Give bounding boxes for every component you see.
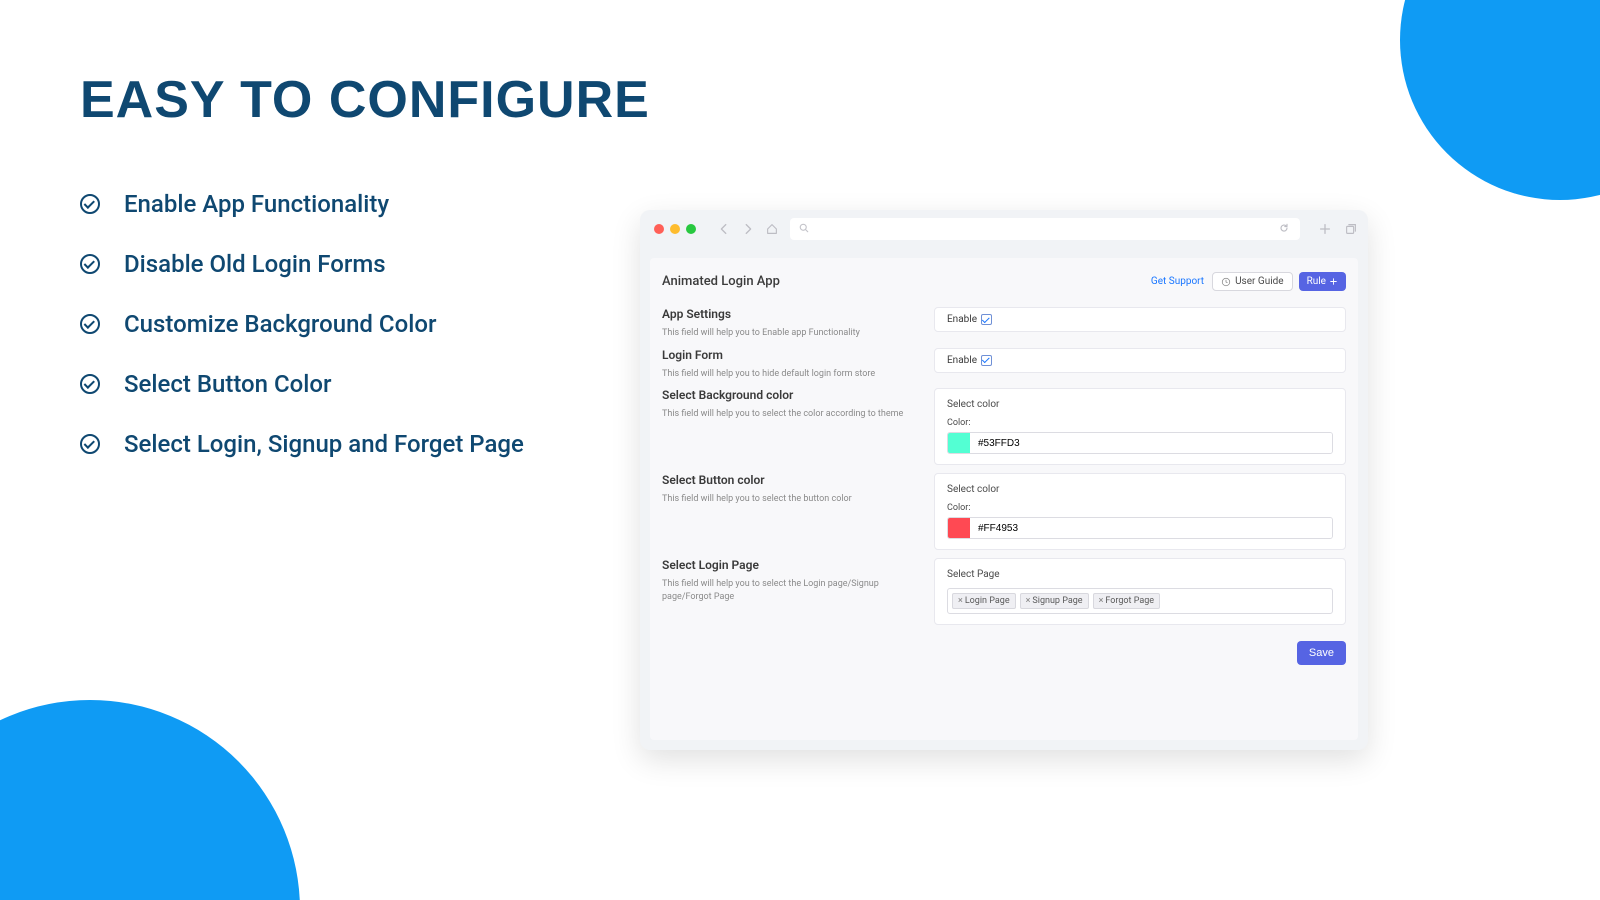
feature-item: Disable Old Login Forms xyxy=(80,250,524,278)
section-app-settings: App Settings This field will help you to… xyxy=(650,305,1358,348)
browser-window: Animated Login App Get Support User Guid… xyxy=(640,210,1368,750)
field-label: Color: xyxy=(947,418,1333,428)
feature-text: Select Login, Signup and Forget Page xyxy=(124,430,524,458)
tag-label: Login Page xyxy=(965,596,1010,606)
remove-tag-icon[interactable]: × xyxy=(1026,596,1031,606)
tabs-icon[interactable] xyxy=(1344,222,1358,236)
enable-label: Enable xyxy=(947,355,977,366)
card-heading: Select Page xyxy=(947,569,1333,580)
section-button-color: Select Button color This field will help… xyxy=(650,473,1358,558)
maximize-icon[interactable] xyxy=(686,224,696,234)
new-tab-icon[interactable] xyxy=(1318,222,1332,236)
app-footer: Save xyxy=(650,633,1358,673)
section-desc: This field will help you to select the c… xyxy=(662,408,922,421)
feature-item: Select Button Color xyxy=(80,370,524,398)
rule-label: Rule xyxy=(1307,276,1326,287)
app-title: Animated Login App xyxy=(662,274,780,289)
reload-icon[interactable] xyxy=(1278,222,1292,236)
section-heading: Select Background color xyxy=(662,388,922,402)
home-icon[interactable] xyxy=(764,221,780,237)
feature-text: Enable App Functionality xyxy=(124,190,389,218)
color-swatch[interactable] xyxy=(948,518,970,538)
color-input[interactable] xyxy=(970,433,1332,453)
feature-list: Enable App Functionality Disable Old Log… xyxy=(80,190,524,490)
app-panel: Animated Login App Get Support User Guid… xyxy=(650,258,1358,740)
card-heading: Select color xyxy=(947,399,1333,410)
feature-item: Enable App Functionality xyxy=(80,190,524,218)
address-bar[interactable] xyxy=(790,218,1300,240)
check-icon xyxy=(80,434,100,454)
forward-icon[interactable] xyxy=(740,221,756,237)
feature-text: Select Button Color xyxy=(124,370,332,398)
feature-text: Customize Background Color xyxy=(124,310,436,338)
back-icon[interactable] xyxy=(716,221,732,237)
check-icon xyxy=(80,254,100,274)
decor-bottom-left xyxy=(0,700,300,900)
remove-tag-icon[interactable]: × xyxy=(1099,596,1104,606)
tag-label: Signup Page xyxy=(1032,596,1082,606)
section-heading: App Settings xyxy=(662,307,922,321)
user-guide-button[interactable]: User Guide xyxy=(1212,272,1293,291)
page-title: EASY TO CONFIGURE xyxy=(80,70,650,130)
section-desc: This field will help you to Enable app F… xyxy=(662,327,922,340)
enable-checkbox[interactable] xyxy=(981,314,992,325)
enable-checkbox[interactable] xyxy=(981,355,992,366)
check-icon xyxy=(80,314,100,334)
enable-label: Enable xyxy=(947,314,977,325)
section-desc: This field will help you to select the L… xyxy=(662,578,922,603)
page-tag[interactable]: ×Signup Page xyxy=(1020,593,1089,609)
rule-button[interactable]: Rule xyxy=(1299,272,1346,291)
clock-icon xyxy=(1221,277,1231,287)
section-heading: Select Login Page xyxy=(662,558,922,572)
app-header: Animated Login App Get Support User Guid… xyxy=(650,258,1358,305)
user-guide-label: User Guide xyxy=(1235,276,1284,287)
card-heading: Select color xyxy=(947,484,1333,495)
browser-topbar xyxy=(640,210,1368,248)
section-heading: Select Button color xyxy=(662,473,922,487)
feature-text: Disable Old Login Forms xyxy=(124,250,386,278)
section-desc: This field will help you to hide default… xyxy=(662,368,922,381)
section-heading: Login Form xyxy=(662,348,922,362)
check-icon xyxy=(80,374,100,394)
page-tag[interactable]: ×Forgot Page xyxy=(1093,593,1161,609)
color-input[interactable] xyxy=(970,518,1332,538)
close-icon[interactable] xyxy=(654,224,664,234)
page-tag[interactable]: ×Login Page xyxy=(952,593,1016,609)
plus-icon xyxy=(1329,277,1338,286)
minimize-icon[interactable] xyxy=(670,224,680,234)
page-tag-input[interactable]: ×Login Page ×Signup Page ×Forgot Page xyxy=(947,588,1333,614)
section-background-color: Select Background color This field will … xyxy=(650,388,1358,473)
remove-tag-icon[interactable]: × xyxy=(958,596,963,606)
tag-label: Forgot Page xyxy=(1105,596,1154,606)
save-button[interactable]: Save xyxy=(1297,641,1346,665)
field-label: Color: xyxy=(947,503,1333,513)
feature-item: Select Login, Signup and Forget Page xyxy=(80,430,524,458)
section-login-form: Login Form This field will help you to h… xyxy=(650,348,1358,389)
decor-top-right xyxy=(1400,0,1600,200)
check-icon xyxy=(80,194,100,214)
nav-buttons xyxy=(716,221,780,237)
section-login-page: Select Login Page This field will help y… xyxy=(650,558,1358,633)
window-controls xyxy=(654,224,696,234)
search-icon xyxy=(798,222,812,236)
color-swatch[interactable] xyxy=(948,433,970,453)
feature-item: Customize Background Color xyxy=(80,310,524,338)
get-support-link[interactable]: Get Support xyxy=(1151,276,1204,287)
section-desc: This field will help you to select the b… xyxy=(662,493,922,506)
